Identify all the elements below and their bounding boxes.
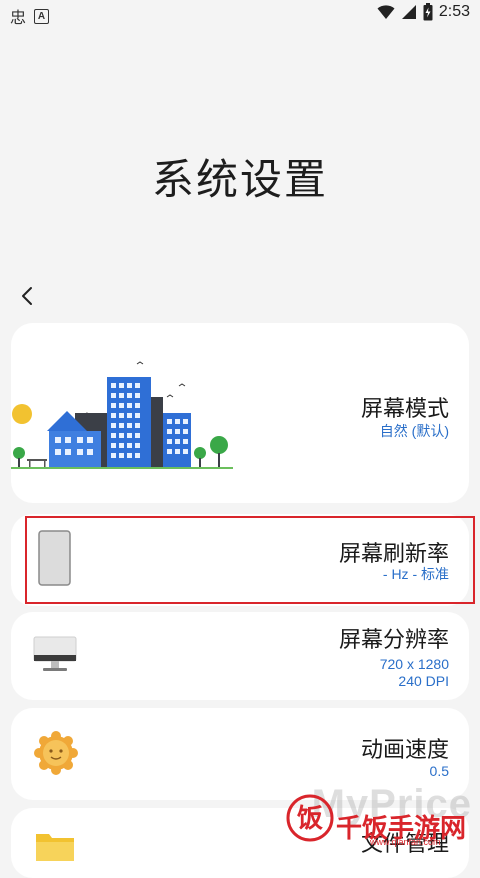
status-bar: 忠 A 2:53: [0, 0, 480, 27]
watermark-logo-char: 饭: [297, 804, 323, 834]
setting-title: 屏幕分辨率: [338, 628, 449, 653]
chevron-left-icon: [22, 287, 32, 305]
setting-value-resolution: 720 x 1280: [379, 656, 449, 672]
setting-title: 屏幕刷新率: [338, 542, 449, 567]
setting-title: 动画速度: [360, 738, 449, 763]
watermark-logo: 饭: [286, 794, 334, 842]
sun-icon: [34, 731, 78, 775]
monitor-icon: [33, 636, 77, 671]
setting-screen-mode[interactable]: 屏幕模式 自然 (默认): [11, 323, 469, 503]
page-title: 系统设置: [151, 155, 328, 204]
watermark-url: www.qianfan.com: [370, 837, 441, 847]
watermark: MyPrice 饭 千饭手游网 www.qianfan.com: [286, 782, 472, 854]
wifi-icon: [377, 5, 395, 19]
app-a-icon: A: [34, 8, 50, 24]
setting-value: - Hz - 标准: [382, 566, 449, 582]
setting-value: 0.5: [429, 763, 449, 779]
setting-value-dpi: 240 DPI: [398, 673, 449, 689]
status-time: 2:53: [438, 3, 470, 20]
setting-refresh-rate[interactable]: 屏幕刷新率 - Hz - 标准: [11, 514, 469, 606]
setting-resolution[interactable]: 屏幕分辨率 720 x 1280 240 DPI: [11, 612, 469, 700]
setting-title: 屏幕模式: [360, 397, 449, 422]
back-button[interactable]: [14, 282, 42, 310]
folder-icon: [36, 834, 74, 861]
signal-icon: [401, 5, 416, 19]
city-illustration-icon: [11, 361, 233, 469]
chinese-char-icon: 忠: [10, 8, 27, 27]
setting-value: 自然 (默认): [379, 423, 449, 439]
phone-outline-icon: [38, 530, 71, 586]
battery-charging-icon: [423, 3, 433, 21]
